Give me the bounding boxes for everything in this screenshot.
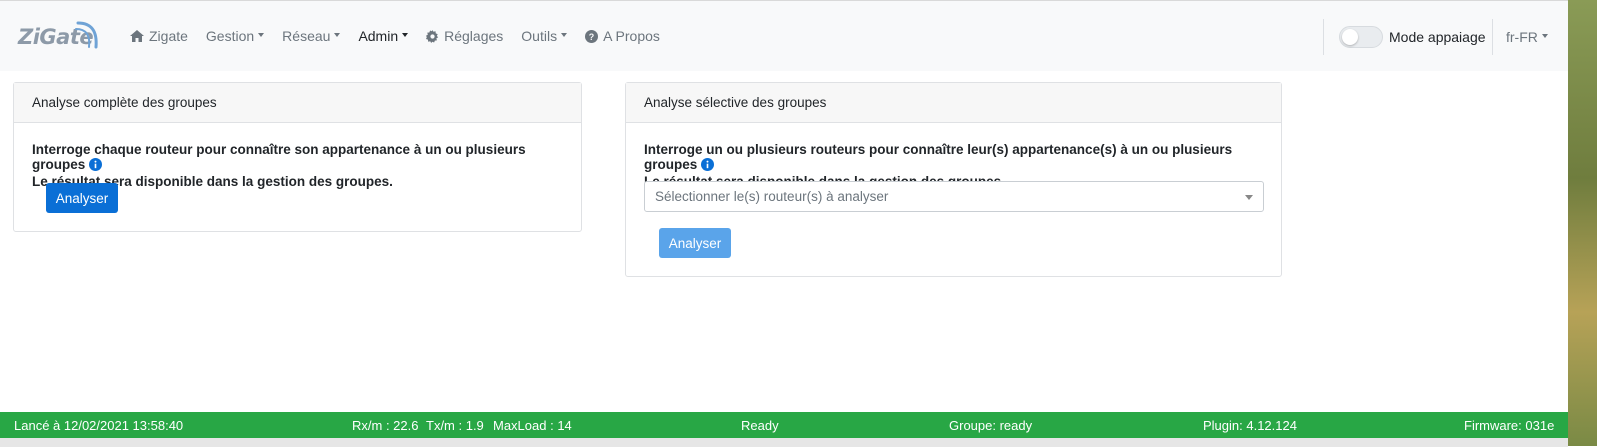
status-plugin: Plugin: 4.12.124 — [1203, 418, 1297, 433]
nav-label-zigate: Zigate — [149, 28, 188, 44]
app-window: ZiGate Zigate Gestion Réseau Admin Régla… — [0, 0, 1568, 447]
status-tx: Tx/m : 1.9 — [426, 418, 484, 433]
status-group: Groupe: ready — [949, 418, 1033, 433]
caret-down-icon — [402, 33, 409, 37]
pairing-mode-toggle[interactable] — [1339, 26, 1383, 48]
status-state: Ready — [741, 418, 779, 433]
status-bar: Lancé à 12/02/2021 13:58:40 Rx/m : 22.6 … — [0, 412, 1568, 438]
analyze-all-button[interactable]: Analyser — [46, 183, 118, 213]
nav-item-admin[interactable]: Admin — [358, 28, 409, 44]
question-circle-icon: ? — [585, 29, 599, 43]
status-rx: Rx/m : 22.6 — [352, 418, 419, 433]
svg-text:?: ? — [589, 31, 594, 41]
router-select[interactable]: Sélectionner le(s) routeur(s) à analyser — [644, 181, 1264, 212]
nav-label-reglages: Réglages — [444, 28, 504, 44]
nav-label-apropos: A Propos — [603, 28, 660, 44]
full-group-scan-card: Analyse complète des groupes Interroge c… — [13, 82, 582, 232]
language-dropdown[interactable]: fr-FR — [1506, 29, 1548, 45]
caret-down-icon — [334, 33, 341, 37]
nav-item-reglages[interactable]: Réglages — [426, 28, 503, 44]
nav-label-admin: Admin — [358, 28, 399, 44]
analyze-selected-button[interactable]: Analyser — [659, 228, 731, 258]
navbar: ZiGate Zigate Gestion Réseau Admin Régla… — [0, 1, 1568, 71]
language-label: fr-FR — [1506, 29, 1538, 45]
nav-label-outils: Outils — [521, 28, 558, 44]
nav-label-gestion: Gestion — [205, 28, 255, 44]
nav-item-reseau[interactable]: Réseau — [282, 28, 341, 44]
caret-down-icon — [1541, 34, 1548, 38]
status-firmware: Firmware: 031e — [1464, 418, 1555, 433]
nav-divider — [1492, 19, 1493, 55]
gear-icon — [426, 29, 439, 43]
card-description: Interroge chaque routeur pour connaître … — [32, 142, 581, 189]
background-edge — [1568, 0, 1597, 446]
home-icon — [130, 30, 144, 42]
nav-label-reseau: Réseau — [282, 28, 331, 44]
nav-item-apropos[interactable]: ? A Propos — [585, 28, 660, 44]
caret-down-icon — [258, 33, 265, 37]
status-started: Lancé à 12/02/2021 13:58:40 — [14, 418, 184, 433]
main-nav: Zigate Gestion Réseau Admin Réglages Out… — [130, 1, 678, 71]
card-header: Analyse complète des groupes — [14, 83, 581, 123]
info-icon[interactable] — [89, 158, 103, 174]
caret-down-icon — [561, 33, 568, 37]
nav-divider — [1323, 19, 1324, 55]
card-title: Analyse sélective des groupes — [644, 95, 827, 110]
description-line-1: Interroge chaque routeur pour connaître … — [32, 142, 526, 172]
description-line-1: Interroge un ou plusieurs routeurs pour … — [644, 142, 1233, 172]
zigate-logo[interactable]: ZiGate — [16, 17, 102, 53]
selective-group-scan-card: Analyse sélective des groupes Interroge … — [625, 82, 1282, 277]
nav-item-outils[interactable]: Outils — [521, 28, 568, 44]
nav-item-zigate[interactable]: Zigate — [130, 28, 188, 44]
chevron-down-icon — [1245, 195, 1253, 200]
pairing-mode-label: Mode appaiage — [1389, 29, 1486, 45]
info-icon[interactable] — [701, 158, 715, 174]
card-header: Analyse sélective des groupes — [626, 83, 1281, 123]
signal-arc-icon — [75, 21, 98, 49]
router-select-placeholder: Sélectionner le(s) routeur(s) à analyser — [655, 189, 889, 204]
toggle-knob — [1342, 29, 1358, 45]
nav-item-gestion[interactable]: Gestion — [205, 28, 265, 44]
status-maxload: MaxLoad : 14 — [493, 418, 572, 433]
card-title: Analyse complète des groupes — [32, 95, 217, 110]
